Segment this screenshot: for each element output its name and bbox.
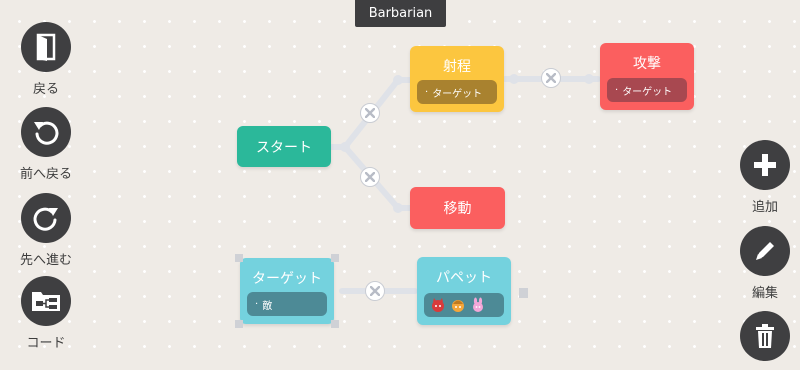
attack-block[interactable]: 攻撃 · ターゲット	[600, 43, 694, 110]
attack-param-chip[interactable]: · ターゲット	[607, 78, 687, 102]
pink-bunny-icon	[473, 297, 483, 312]
selection-handle[interactable]	[235, 320, 243, 328]
trash-icon[interactable]	[740, 311, 790, 361]
orange-knight-icon	[452, 300, 464, 312]
disconnect-button[interactable]	[360, 167, 380, 187]
target-block[interactable]: ターゲット · 敵	[240, 258, 334, 324]
range-param: ターゲット	[432, 88, 483, 100]
puppet-block-label: パペット	[436, 270, 492, 286]
window-title: Barbarian	[355, 0, 446, 27]
target-param: 敵	[262, 300, 273, 312]
start-block-label: スタート	[256, 139, 312, 156]
edit-tool[interactable]: 編集	[739, 226, 791, 301]
close-icon	[365, 172, 375, 182]
start-block[interactable]: スタート	[237, 126, 331, 167]
range-block[interactable]: 射程 · ターゲット	[410, 46, 504, 112]
pencil-icon[interactable]	[740, 226, 790, 276]
add-tool[interactable]: 追加	[739, 140, 791, 215]
attack-param: ターゲット	[622, 86, 673, 98]
plus-icon[interactable]	[740, 140, 790, 190]
redo-label: 先へ進む	[20, 253, 73, 268]
undo-icon[interactable]	[21, 107, 71, 157]
code-label: コード	[26, 336, 66, 351]
undo-label: 前へ戻る	[20, 167, 73, 182]
disconnect-button[interactable]	[541, 68, 561, 88]
close-icon	[546, 73, 556, 83]
exit-door-icon[interactable]	[21, 22, 71, 72]
disconnect-button[interactable]	[360, 103, 380, 123]
selection-handle[interactable]	[235, 254, 243, 262]
target-param-chip[interactable]: · 敵	[247, 292, 327, 316]
attack-block-label: 攻撃	[633, 56, 661, 72]
back-label: 戻る	[32, 82, 59, 97]
connector-port[interactable]	[519, 288, 528, 298]
move-block-label: 移動	[443, 201, 472, 217]
red-demon-icon	[432, 298, 444, 312]
add-label: 追加	[751, 200, 778, 215]
back-tool[interactable]: 戻る	[20, 22, 72, 97]
code-folder-icon[interactable]	[21, 276, 71, 326]
selection-handle[interactable]	[331, 320, 339, 328]
delete-tool[interactable]	[739, 311, 791, 361]
close-icon	[370, 286, 380, 296]
redo-tool[interactable]: 先へ進む	[20, 193, 72, 268]
puppet-block[interactable]: パペット	[417, 257, 511, 325]
selection-handle[interactable]	[331, 254, 339, 262]
undo-tool[interactable]: 前へ戻る	[20, 107, 72, 182]
puppet-icons-chip[interactable]	[424, 293, 504, 317]
code-tool[interactable]: コード	[20, 276, 72, 351]
range-param-chip[interactable]: · ターゲット	[417, 80, 497, 104]
target-block-label: ターゲット	[252, 271, 322, 287]
move-block[interactable]: 移動	[410, 187, 505, 229]
redo-icon[interactable]	[21, 193, 71, 243]
close-icon	[365, 108, 375, 118]
disconnect-button[interactable]	[365, 281, 385, 301]
range-block-label: 射程	[443, 59, 471, 75]
edit-label: 編集	[751, 286, 778, 301]
